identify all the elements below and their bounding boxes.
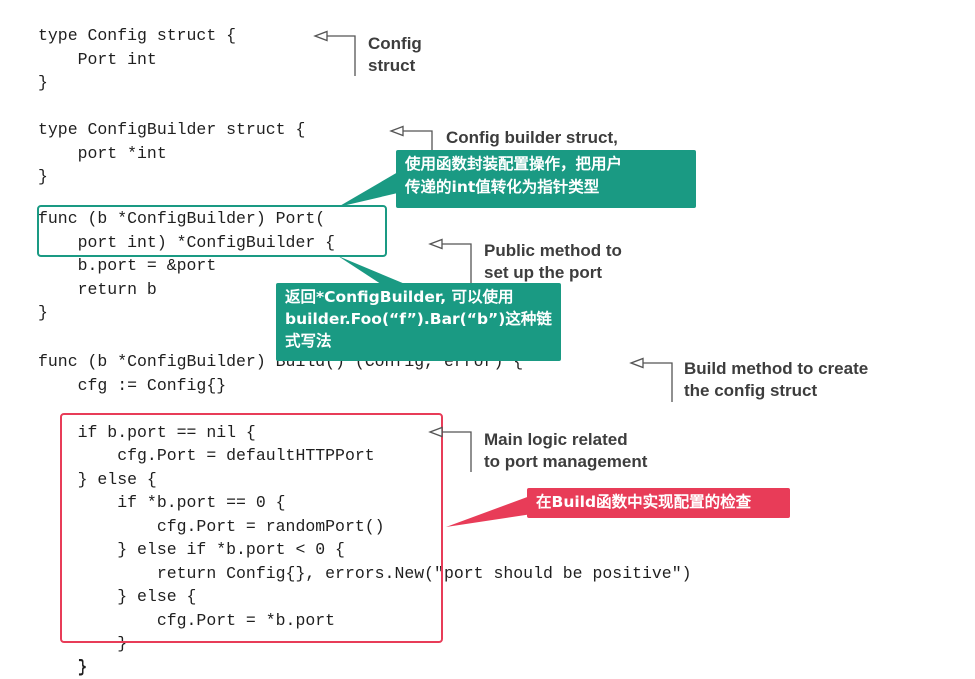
code-build-closing-brace: } — [38, 657, 88, 676]
callout-tail-builder — [338, 172, 402, 207]
pointer-builder-struct — [403, 130, 433, 150]
callout-build-cn: 在Build函数中实现配置的检查 — [527, 488, 790, 518]
annotation-main-logic: Main logic related to port management — [484, 430, 648, 471]
arrowhead-builder-struct — [389, 125, 404, 137]
arrowhead-config-struct — [313, 30, 328, 42]
pointer-main-logic — [442, 431, 472, 472]
callout-builder-cn: 使用函数封装配置操作，把用户 传递的int值转化为指针类型 — [396, 150, 696, 208]
annotation-build-method: Build method to create the config struct — [684, 359, 869, 400]
callout-tail-build — [446, 496, 532, 527]
annotation-port-method: Public method to set up the port — [484, 241, 622, 282]
arrowhead-main-logic — [428, 426, 443, 438]
pointer-port-method — [442, 243, 472, 283]
annotation-config-struct: Config struct — [368, 34, 422, 75]
arrowhead-port-method — [428, 238, 443, 250]
pointer-build-method — [643, 362, 673, 402]
annotation-builder-struct: Config builder struct, — [446, 128, 618, 147]
pointer-config-struct — [327, 35, 356, 76]
callout-return-cn: 返回*ConfigBuilder, 可以使用 builder.Foo(“f”).… — [276, 283, 561, 361]
arrowhead-build-method — [629, 357, 644, 369]
